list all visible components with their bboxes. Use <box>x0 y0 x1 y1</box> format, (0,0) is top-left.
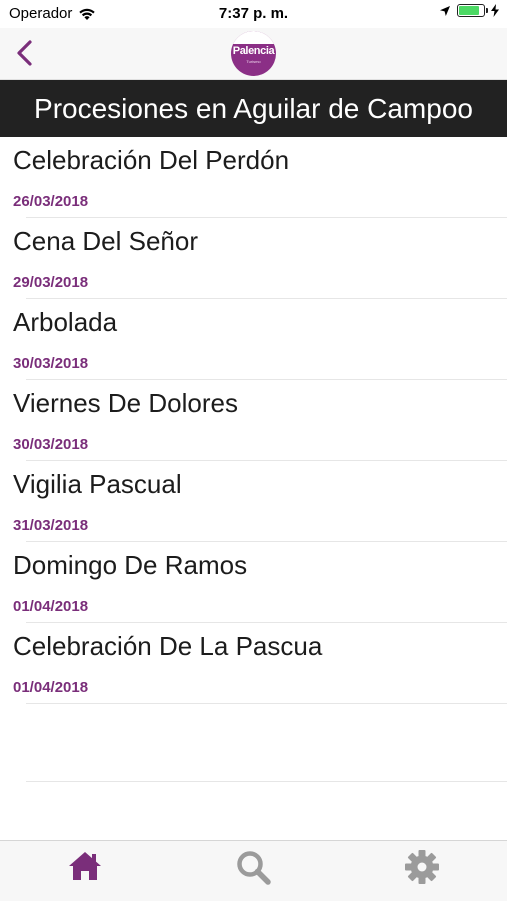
procession-name: Domingo De Ramos <box>13 550 248 580</box>
procession-list: Celebración Del Perdón 26/03/2018 Cena D… <box>0 137 507 704</box>
tab-bar <box>0 840 507 901</box>
location-arrow-icon <box>440 5 450 16</box>
battery-icon <box>457 4 488 17</box>
list-item[interactable]: Arbolada 30/03/2018 <box>0 299 507 380</box>
search-icon <box>237 851 271 885</box>
status-bar: Operador 7:37 p. m. <box>0 0 507 28</box>
back-button[interactable] <box>10 36 38 70</box>
divider <box>26 703 507 704</box>
navigation-bar: Palencia Turismo <box>0 28 507 80</box>
list-item[interactable]: Cena Del Señor 29/03/2018 <box>0 218 507 299</box>
list-item[interactable]: Viernes De Dolores 30/03/2018 <box>0 380 507 461</box>
list-item[interactable]: Vigilia Pascual 31/03/2018 <box>0 461 507 542</box>
tab-settings[interactable] <box>392 845 452 895</box>
page-title: Procesiones en Aguilar de Campoo <box>0 80 507 137</box>
procession-date: 01/04/2018 <box>13 679 89 696</box>
tab-search[interactable] <box>223 845 283 895</box>
logo-subtext: Turismo <box>246 59 261 64</box>
empty-row-divider <box>26 781 507 782</box>
procession-date: 31/03/2018 <box>13 517 89 534</box>
status-time: 7:37 p. m. <box>218 5 289 22</box>
logo-text: Palencia <box>232 45 275 57</box>
procession-date: 30/03/2018 <box>13 436 89 453</box>
procession-name: Vigilia Pascual <box>13 469 182 499</box>
procession-name: Viernes De Dolores <box>13 388 238 418</box>
palencia-logo: Palencia Turismo <box>231 31 276 76</box>
procession-date: 01/04/2018 <box>13 598 89 615</box>
procession-date: 30/03/2018 <box>13 355 89 372</box>
procession-name: Celebración De La Pascua <box>13 631 323 661</box>
procession-name: Cena Del Señor <box>13 226 198 256</box>
status-right <box>439 4 499 17</box>
gear-icon <box>405 850 439 884</box>
tab-home[interactable] <box>55 845 115 895</box>
procession-name: Arbolada <box>13 307 118 337</box>
list-item[interactable]: Celebración De La Pascua 01/04/2018 <box>0 623 507 704</box>
procession-name: Celebración Del Perdón <box>13 145 290 175</box>
home-icon <box>69 852 101 880</box>
procession-date: 26/03/2018 <box>13 193 89 210</box>
chevron-left-icon <box>17 40 32 66</box>
list-item[interactable]: Domingo De Ramos 01/04/2018 <box>0 542 507 623</box>
procession-date: 29/03/2018 <box>13 274 89 291</box>
charging-bolt-icon <box>491 4 499 17</box>
list-item[interactable]: Celebración Del Perdón 26/03/2018 <box>0 137 507 218</box>
